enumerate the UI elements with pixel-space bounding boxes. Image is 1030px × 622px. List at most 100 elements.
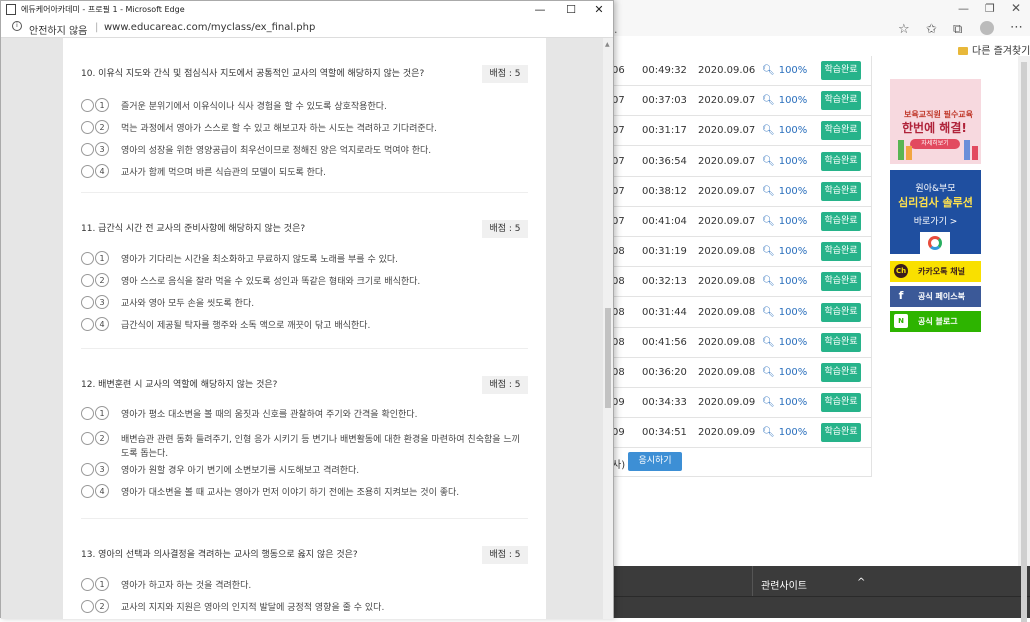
minimize-icon[interactable]: — — [958, 2, 969, 15]
progress-value: 100% — [778, 65, 808, 76]
study-time: 00:41:56 — [642, 336, 687, 348]
study-complete-button[interactable]: 학습완료 — [821, 363, 861, 382]
other-favorites[interactable]: 다른 즐겨찾기 — [958, 42, 1030, 57]
progress-value: 100% — [778, 95, 808, 107]
radio-button[interactable] — [81, 600, 94, 613]
ad-detail-button[interactable]: 자세히보기 — [910, 139, 960, 149]
radio-button[interactable] — [81, 578, 94, 591]
radio-button[interactable] — [81, 318, 94, 331]
study-date: 2020.09.08 — [698, 306, 756, 318]
apply-exam-button[interactable]: 응시하기 — [628, 452, 682, 471]
study-complete-button[interactable]: 학습완료 — [821, 302, 861, 322]
progress-link[interactable]: 🔍︎ 100% — [762, 95, 807, 106]
radio-button[interactable] — [81, 432, 94, 445]
pencil-icon — [972, 146, 978, 160]
search-icon: 🔍︎ — [762, 95, 775, 107]
study-complete-button[interactable]: 학습완료 — [821, 181, 861, 201]
info-icon[interactable]: i — [12, 21, 22, 31]
study-complete-button[interactable]: 학습완료 — [821, 242, 861, 262]
progress-link[interactable]: 🔍︎ 100% — [762, 216, 807, 227]
study-complete-button[interactable]: 학습완료 — [821, 151, 861, 171]
study-date: 2020.09.06 — [698, 65, 756, 76]
maximize-icon[interactable]: ❐ — [985, 2, 995, 15]
exam-popup-window: 에듀케어아카데미 - 프로필 1 - Microsoft Edge — ☐ ✕ … — [0, 0, 614, 619]
pencil-icon — [964, 140, 970, 160]
radio-button[interactable] — [81, 121, 94, 134]
study-complete-button[interactable]: 학습완료 — [821, 212, 861, 231]
progress-link[interactable]: 🔍︎ 100% — [762, 307, 807, 318]
main-scrollbar[interactable] — [1018, 56, 1030, 622]
folder-icon — [958, 47, 968, 55]
progress-value: 100% — [778, 216, 808, 227]
ad-line2: 한번에 해결! — [902, 121, 967, 135]
option-number: 1 — [95, 98, 109, 112]
progress-link[interactable]: 🔍︎ 100% — [762, 246, 807, 257]
profile-avatar[interactable] — [980, 21, 994, 35]
progress-link[interactable]: 🔍︎ 100% — [762, 367, 807, 378]
question-title: 12. 배변훈련 시 교사의 역할에 해당하지 않는 것은? — [81, 380, 278, 390]
progress-link[interactable]: 🔍︎ 100% — [762, 337, 807, 348]
kakao-channel-button[interactable]: Ch 카카오톡 채널 — [890, 261, 981, 282]
close-icon[interactable]: ✕ — [584, 1, 614, 18]
minimize-icon[interactable]: — — [525, 1, 555, 18]
radio-button[interactable] — [81, 143, 94, 156]
insecure-label[interactable]: 안전하지 않음 — [29, 22, 87, 37]
progress-link[interactable]: 🔍︎ 100% — [762, 125, 807, 136]
radio-button[interactable] — [81, 99, 94, 112]
popup-url[interactable]: www.educareac.com/myclass/ex_final.php — [104, 22, 315, 33]
study-complete-button[interactable]: 학습완료 — [821, 423, 861, 443]
radio-button[interactable] — [81, 296, 94, 309]
progress-link[interactable]: 🔍︎ 100% — [762, 65, 807, 76]
option-number: 3 — [95, 295, 109, 309]
radio-button[interactable] — [81, 252, 94, 265]
progress-link[interactable]: 🔍︎ 100% — [762, 397, 807, 408]
related-sites-label[interactable]: 관련사이트 — [761, 577, 807, 592]
progress-value: 100% — [778, 246, 808, 258]
facebook-button[interactable]: f 공식 페이스북 — [890, 286, 981, 307]
radio-button[interactable] — [81, 485, 94, 498]
popup-titlebar[interactable]: 에듀케어아카데미 - 프로필 1 - Microsoft Edge — ☐ ✕ — [1, 1, 613, 18]
progress-link[interactable]: 🔍︎ 100% — [762, 276, 807, 287]
address-bar-tail[interactable]: . — [614, 23, 944, 43]
more-icon[interactable]: ⋯ — [1010, 20, 1023, 35]
training-ad-banner[interactable]: 보육교직원 필수교육 한번에 해결! 자세히보기 — [890, 79, 981, 164]
close-icon[interactable]: ✕ — [1011, 1, 1021, 15]
option-text: 교사의 지지와 지원은 영아의 인지적 발달에 긍정적 영향을 줄 수 있다. — [121, 603, 385, 613]
popup-scrollbar[interactable]: ▲ — [603, 38, 613, 619]
star-icon[interactable]: ☆ — [898, 22, 910, 37]
study-complete-button[interactable]: 학습완료 — [821, 121, 861, 141]
favorites-icon[interactable]: ✩ — [926, 22, 937, 37]
study-complete-button[interactable]: 학습완료 — [821, 393, 861, 413]
progress-link[interactable]: 🔍︎ 100% — [762, 186, 807, 197]
radio-button[interactable] — [81, 463, 94, 476]
ad2-link[interactable]: 바로가기 > — [890, 214, 981, 227]
radio-button[interactable] — [81, 165, 94, 178]
radio-button[interactable] — [81, 274, 94, 287]
question-divider — [81, 192, 528, 193]
option-text: 영아가 기다리는 시간을 최소화하고 무료하지 않도록 노래를 부를 수 있다. — [121, 255, 399, 265]
progress-link[interactable]: 🔍︎ 100% — [762, 156, 807, 167]
study-complete-button[interactable]: 학습완료 — [821, 272, 861, 292]
popup-scrollbar-thumb[interactable] — [605, 308, 611, 408]
study-complete-button[interactable]: 학습완료 — [821, 91, 861, 111]
study-complete-button[interactable]: 학습완료 — [821, 332, 861, 352]
option-number: 2 — [95, 120, 109, 134]
option-number: 1 — [95, 251, 109, 265]
chevron-up-icon[interactable]: ^ — [857, 577, 865, 588]
maximize-icon[interactable]: ☐ — [556, 1, 586, 18]
progress-link[interactable]: 🔍︎ 100% — [762, 427, 807, 438]
radio-button[interactable] — [81, 407, 94, 420]
option-text: 교사가 함께 먹으며 바른 식습관의 모델이 되도록 한다. — [121, 168, 327, 178]
collections-icon[interactable]: ⧉ — [953, 22, 962, 37]
search-icon: 🔍︎ — [762, 216, 775, 227]
option-number: 2 — [95, 599, 109, 613]
study-date: 2020.09.08 — [698, 246, 756, 258]
scroll-up-icon[interactable]: ▲ — [605, 41, 610, 48]
blog-button[interactable]: N 공식 블로그 — [890, 311, 981, 332]
score-badge: 배점 : 5 — [482, 376, 528, 394]
popup-address-bar[interactable]: i 안전하지 않음 | www.educareac.com/myclass/ex… — [1, 18, 613, 38]
main-scrollbar-thumb[interactable] — [1021, 62, 1027, 622]
study-complete-button[interactable]: 학습완료 — [821, 61, 861, 80]
option-text: 영아의 성장을 위한 영양공급이 최우선이므로 정해진 양은 억지로라도 먹여야… — [121, 146, 432, 156]
psych-test-ad-banner[interactable]: 원아&부모 심리검사 솔루션 바로가기 > — [890, 170, 981, 254]
